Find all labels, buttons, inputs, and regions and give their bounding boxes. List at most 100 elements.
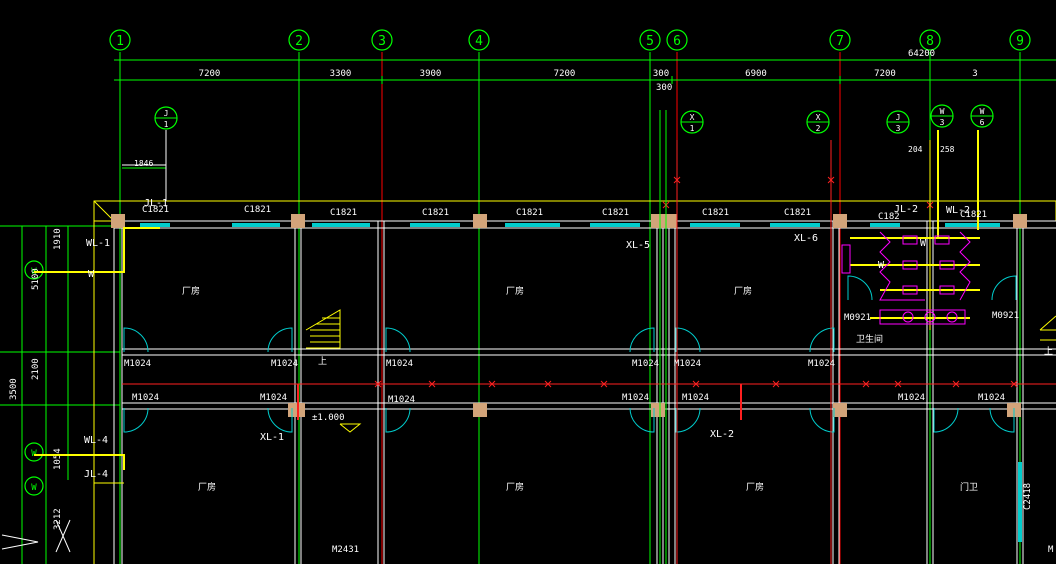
dimension-value: 300 [653,69,669,79]
pipe-label: JL-4 [84,469,108,480]
dimension-value: 1910 [53,228,63,250]
pipe-tag-top: W [940,107,945,116]
door-label: M1024 [622,393,649,403]
door-label: M1024 [386,359,413,369]
window-strip [232,223,280,227]
door-label: M1024 [978,393,1005,403]
room-label: 厂房 [182,285,200,297]
axis-label: 1 [116,34,124,49]
window-strip [1018,462,1022,542]
pipe-label: WL-4 [84,435,108,446]
window-strip [590,223,640,227]
pipe-tag-bottom: 3 [896,124,901,133]
door-label: M [1048,545,1054,555]
dimension-value: 3900 [420,69,442,79]
axis-label: 7 [836,34,844,49]
column [651,403,665,417]
door-label: M1024 [682,393,709,403]
pipe-label: JL-1 [144,198,168,209]
pipe-tag[interactable]: W6 [970,104,994,128]
axis-label: 9 [1016,34,1024,49]
pipe-tag[interactable]: X1 [680,110,704,134]
column [651,214,665,228]
window-label: C1821 [244,205,271,215]
door-label: M1024 [808,359,835,369]
column [833,403,847,417]
pipe-tag-top: X [816,113,821,122]
sub-dimension: 300 [656,83,672,93]
axis-label: 2 [295,34,303,49]
stair-label: 上 [1044,346,1053,357]
pipe-label: W [878,260,885,271]
axis-label: 5 [646,34,654,49]
room-label: 门卫 [960,481,978,493]
window-label: C1821 [422,208,449,218]
door-label: M2431 [332,545,359,555]
window-label: C1821 [330,208,357,218]
door-label: M1024 [260,393,287,403]
dimension-value: 1054 [53,448,63,470]
axis-label: 8 [926,34,934,49]
side-axis-label: W [31,483,37,493]
door-label: M0921 [844,313,871,323]
dimension-value: 7200 [874,69,896,79]
window-strip [945,223,1000,227]
door-label: M1024 [132,393,159,403]
window-strip [410,223,460,227]
dimension-value: 3300 [330,69,352,79]
window-strip [140,223,170,227]
column [291,214,305,228]
pipe-label: WL-2 [946,205,970,216]
dimension-value: 7200 [199,69,221,79]
pipe-label: W [920,238,927,249]
pipe-label: W [88,269,95,280]
dimension-value: 258 [940,145,955,154]
dimension-value: 2100 [31,358,41,380]
pipe-label: XL-2 [710,429,734,440]
pipe-label: WL-1 [86,238,110,249]
pipe-tag-top: W [980,107,985,116]
pipe-tag[interactable]: X2 [806,110,830,134]
column [833,214,847,228]
window-strip [690,223,740,227]
door-label: M1024 [271,359,298,369]
column [288,403,302,417]
room-label: 厂房 [506,481,524,493]
pipe-tag[interactable]: W3 [930,104,954,128]
pipe-tag-top: J [896,113,901,122]
window-strip [770,223,820,227]
room-label: 厂房 [198,481,216,493]
pipe-tag-top: J [164,109,169,118]
dimension-value: 7200 [554,69,576,79]
total-dimension: 64200 [908,49,935,59]
column [473,403,487,417]
pipe-tag[interactable]: J1 [154,106,178,130]
pipe-label: JL-2 [894,204,918,215]
cad-drawing-canvas[interactable]: 1 2 3 4 5 6 7 8 9 W W W 64200 300 7200 3300 3900 7200 3… [0,0,1056,564]
window-label: C1821 [602,208,629,218]
room-label: 厂房 [506,285,524,297]
column [663,214,677,228]
column [111,214,125,228]
door-label: M1024 [388,395,415,405]
door-label: M1024 [674,359,701,369]
elevation-text: ±1.000 [312,413,345,423]
pipe-label: XL-6 [794,233,818,244]
dimension-value: 3500 [9,378,19,400]
pipe-tag-bottom: 1 [690,124,695,133]
pipe-tag-bottom: 1 [164,120,169,129]
window-strip [505,223,560,227]
axis-label: 6 [673,34,681,49]
window-label: C2418 [1023,483,1033,510]
door-label: M1024 [124,359,151,369]
door-label: M0921 [992,311,1019,321]
pipe-tag[interactable]: J3 [886,110,910,134]
axis-label: 4 [475,34,483,49]
pipe-tag-bottom: 6 [980,118,985,127]
pipe-tag-bottom: 2 [816,124,821,133]
window-strip [870,223,900,227]
column [473,214,487,228]
column [1013,214,1027,228]
window-label: C1821 [784,208,811,218]
dimension-value: 204 [908,145,923,154]
